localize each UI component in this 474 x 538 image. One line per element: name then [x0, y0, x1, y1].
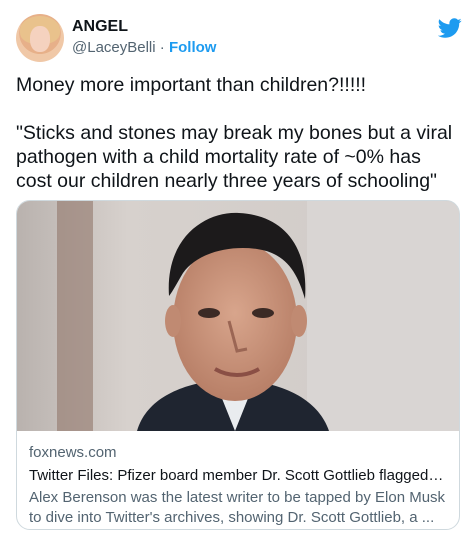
tweet-text: Money more important than children?!!!!!…: [16, 74, 453, 192]
link-card-title[interactable]: Twitter Files: Pfizer board member Dr. S…: [29, 466, 447, 486]
follow-button[interactable]: Follow: [169, 39, 217, 56]
news-photo: [17, 201, 459, 431]
link-card-image[interactable]: [17, 201, 459, 431]
link-card[interactable]: foxnews.com Twitter Files: Pfizer board …: [16, 200, 460, 530]
handle-row: @LaceyBelli · Follow: [72, 38, 216, 58]
tweet-embed: ANGEL @LaceyBelli · Follow Money more im…: [0, 0, 474, 538]
avatar[interactable]: [16, 14, 64, 62]
twitter-bird-icon[interactable]: [438, 16, 462, 40]
author-info: ANGEL @LaceyBelli · Follow: [72, 17, 216, 58]
user-handle[interactable]: @LaceyBelli: [72, 39, 156, 56]
display-name[interactable]: ANGEL: [72, 17, 216, 37]
link-card-meta: foxnews.com Twitter Files: Pfizer board …: [29, 443, 447, 528]
handle-separator: ·: [155, 39, 169, 56]
avatar-face: [30, 26, 50, 52]
link-card-description: Alex Berenson was the latest writer to b…: [29, 489, 446, 526]
link-card-domain: foxnews.com: [29, 444, 117, 461]
